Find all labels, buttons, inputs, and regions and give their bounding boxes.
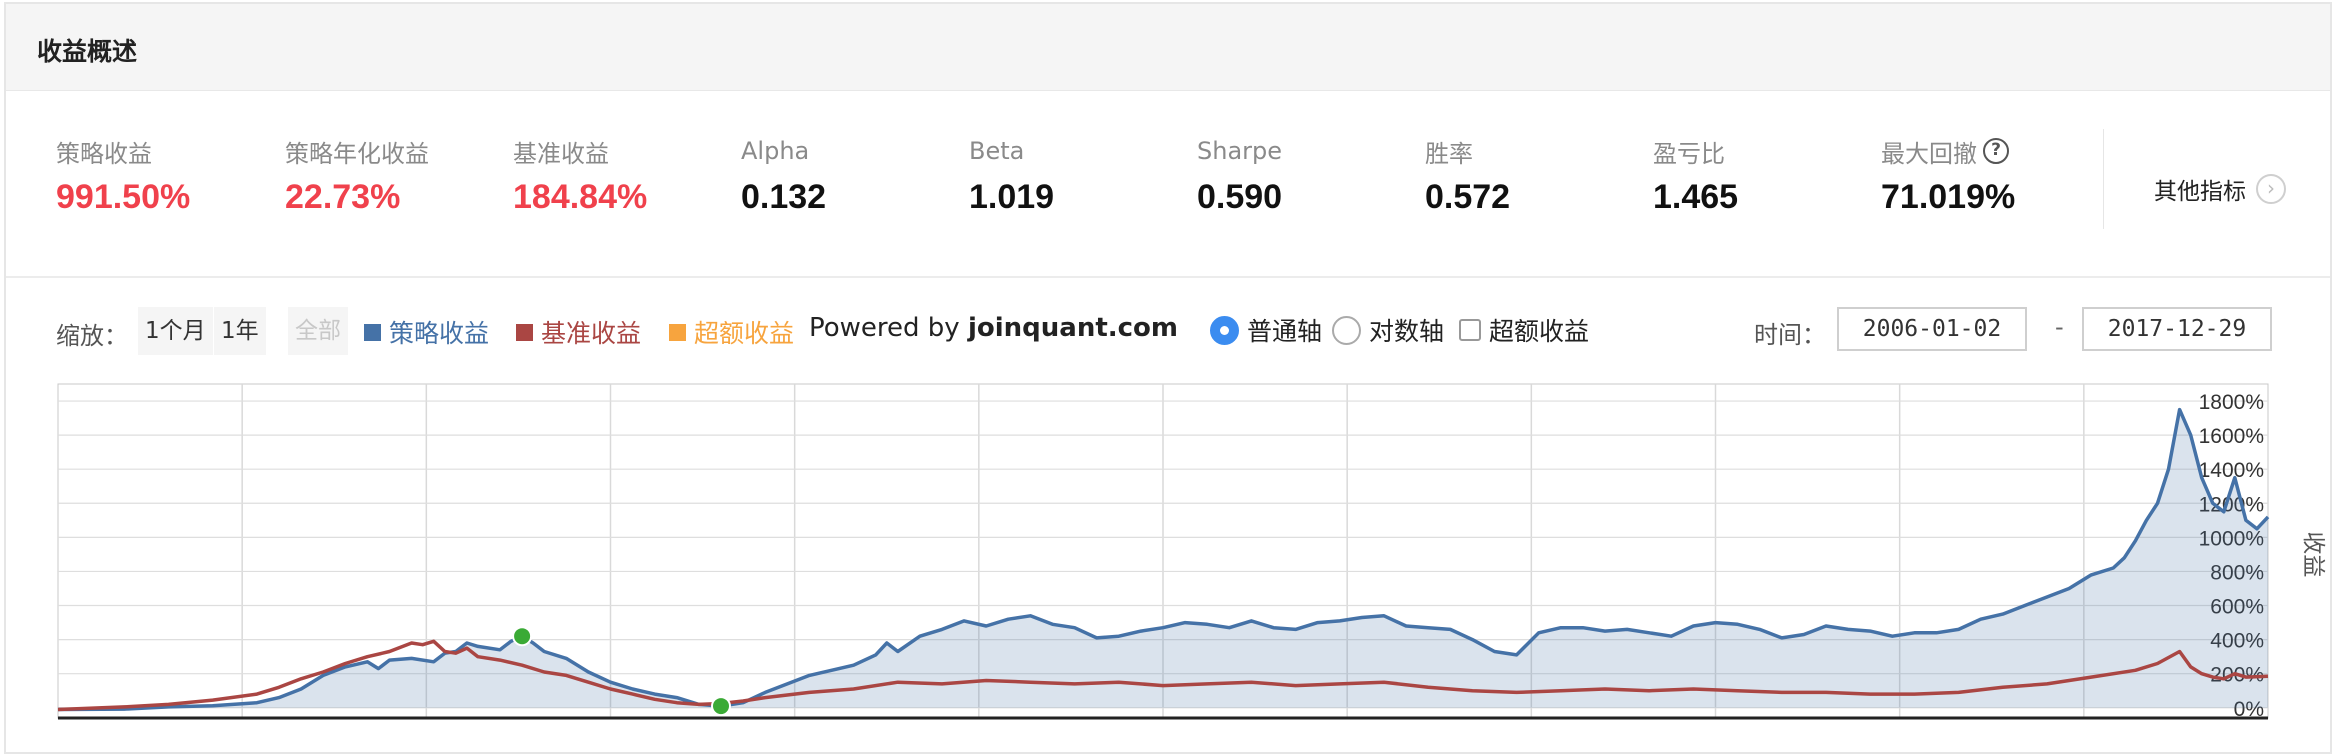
powered-prefix: Powered by <box>809 313 960 343</box>
zoom-label: 缩放： <box>56 322 128 350</box>
option-label: 普通轴 <box>1247 317 1323 346</box>
time-label: 时间： <box>1754 321 1826 349</box>
end-date-input[interactable]: 2017-12-29 <box>2082 307 2272 351</box>
metric-profit-loss-ratio: 盈亏比 1.465 <box>1653 134 1873 217</box>
legend-label: 基准收益 <box>541 319 642 348</box>
metric-benchmark-return: 基准收益 184.84% <box>513 134 733 217</box>
metrics-row: 策略收益 991.50% 策略年化收益 22.73% 基准收益 184.84% … <box>6 92 2330 278</box>
metric-label-text: 最大回撤 <box>1881 139 1977 168</box>
y-tick-label: 1400% <box>2199 459 2264 482</box>
metric-label: Alpha <box>741 137 810 165</box>
metric-label: 胜率 <box>1425 139 1473 168</box>
date-separator: - <box>2055 313 2064 341</box>
metric-sharpe: Sharpe 0.590 <box>1197 134 1417 217</box>
option-label: 对数轴 <box>1369 317 1445 346</box>
metric-strategy-return: 策略收益 991.50% <box>56 134 276 217</box>
powered-site: joinquant.com <box>967 313 1179 343</box>
excess-return-checkbox[interactable]: 超额收益 <box>1459 312 1589 348</box>
metric-alpha: Alpha 0.132 <box>741 134 961 217</box>
metric-value: 1.019 <box>969 178 1055 216</box>
normal-axis-radio[interactable]: 普通轴 <box>1210 312 1322 348</box>
panel-header: 收益概述 <box>6 4 2330 91</box>
metric-max-drawdown: 最大回撤 ? 71.019% <box>1881 134 2101 217</box>
metric-value: 0.590 <box>1197 178 1283 216</box>
more-metrics-label: 其他指标 <box>2154 179 2246 205</box>
log-axis-radio[interactable]: 对数轴 <box>1332 312 1444 348</box>
option-label: 超额收益 <box>1489 317 1590 346</box>
y-tick-label: 1600% <box>2199 425 2264 448</box>
powered-by-text: Powered by joinquant.com <box>809 313 1178 343</box>
metric-value: 184.84% <box>513 178 648 216</box>
start-date-input[interactable]: 2006-01-02 <box>1837 307 2027 351</box>
metric-value: 0.572 <box>1425 178 1511 216</box>
metric-value: 22.73% <box>285 178 401 216</box>
legend-swatch <box>364 323 381 341</box>
metric-label: 策略收益 <box>56 139 152 168</box>
zoom-all-button[interactable]: 全部 <box>288 307 348 355</box>
zoom-1-month-button[interactable]: 1个月 <box>138 307 213 355</box>
metric-value: 1.465 <box>1653 178 1739 216</box>
more-metrics-button[interactable]: 其他指标 › <box>2154 172 2286 206</box>
legend-benchmark-return[interactable]: 基准收益 <box>516 314 641 350</box>
metric-label: 基准收益 <box>513 139 609 168</box>
legend-swatch <box>516 323 533 341</box>
returns-overview-panel: 收益概述 策略收益 991.50% 策略年化收益 22.73% 基准收益 184… <box>4 2 2332 754</box>
metric-win-rate: 胜率 0.572 <box>1425 134 1645 217</box>
radio-selected <box>1210 315 1239 345</box>
zoom-1-year-button[interactable]: 1年 <box>214 307 266 355</box>
metric-label: 盈亏比 <box>1653 139 1725 168</box>
radio-unselected <box>1332 315 1361 345</box>
metric-value: 71.019% <box>1881 178 2016 216</box>
metric-beta: Beta 1.019 <box>969 134 1189 217</box>
legend-swatch <box>669 323 686 341</box>
metric-label: 最大回撤 ? <box>1881 134 2101 168</box>
y-axis-label: 收益 <box>2301 531 2327 577</box>
legend-strategy-return[interactable]: 策略收益 <box>364 314 489 350</box>
metric-value: 0.132 <box>741 178 827 216</box>
legend-label: 超额收益 <box>694 319 795 348</box>
legend-label: 策略收益 <box>389 319 490 348</box>
metric-label: Beta <box>969 137 1025 165</box>
chevron-right-icon: › <box>2256 174 2286 204</box>
chart-toolbar: 缩放： 1个月 1年 全部 策略收益 基准收益 超额收益 Powered by … <box>6 302 2330 358</box>
metric-label: Sharpe <box>1197 137 1283 165</box>
panel-title: 收益概述 <box>37 37 138 66</box>
legend-excess-return[interactable]: 超额收益 <box>669 314 794 350</box>
chart-svg: 0%200%400%600%800%1000%1200%1400%1600%18… <box>57 383 2327 721</box>
checkbox-unchecked <box>1459 319 1481 341</box>
question-icon[interactable]: ? <box>1983 138 2009 164</box>
metric-label: 策略年化收益 <box>285 139 429 168</box>
metric-annualized-return: 策略年化收益 22.73% <box>285 134 505 217</box>
drawdown-marker <box>512 626 533 647</box>
y-tick-label: 1800% <box>2199 391 2264 414</box>
metrics-divider <box>2103 129 2104 229</box>
drawdown-marker <box>711 696 731 717</box>
returns-chart: 0% 200% 400% 600% 800% 1000% 1200% 1400% 1600% 18… <box>56 378 2328 724</box>
metric-value: 991.50% <box>56 178 191 216</box>
